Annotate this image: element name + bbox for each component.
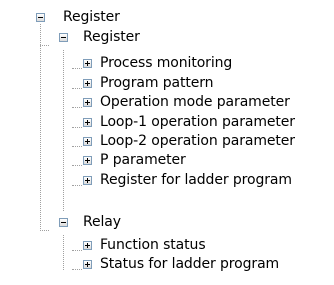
tree-view: Register Register Process monitoring Pro… [0,0,334,285]
expand-toggle-icon[interactable] [83,98,92,107]
tree-item-operation-mode-parameter[interactable]: Operation mode parameter [0,94,334,110]
tree-item-function-status[interactable]: Function status [0,237,334,253]
expand-toggle-icon[interactable] [83,59,92,68]
tree-item-label: Operation mode parameter [100,94,290,110]
collapse-toggle-icon[interactable] [59,218,68,227]
tree-item-loop-1-operation-parameter[interactable]: Loop-1 operation parameter [0,114,334,130]
tree-node-label: Relay [83,214,121,230]
expand-toggle-icon[interactable] [83,241,92,250]
tree-item-program-pattern[interactable]: Program pattern [0,75,334,91]
tree-node-label: Register [83,29,140,45]
tree-item-loop-2-operation-parameter[interactable]: Loop-2 operation parameter [0,133,334,149]
tree-node-register-group[interactable]: Register [0,29,170,45]
expand-toggle-icon[interactable] [83,260,92,269]
collapse-toggle-icon[interactable] [36,13,45,22]
tree-item-process-monitoring[interactable]: Process monitoring [0,55,334,71]
tree-item-p-parameter[interactable]: P parameter [0,152,334,168]
expand-toggle-icon[interactable] [83,176,92,185]
tree-item-label: Process monitoring [100,55,233,71]
tree-item-register-for-ladder-program[interactable]: Register for ladder program [0,172,334,188]
expand-toggle-icon[interactable] [83,118,92,127]
tree-node-register-root[interactable]: Register [0,9,140,25]
tree-connector-line [40,230,49,231]
tree-item-label: Function status [100,237,206,253]
expand-toggle-icon[interactable] [83,137,92,146]
tree-item-label: Program pattern [100,75,214,91]
tree-item-label: Loop-2 operation parameter [100,133,295,149]
tree-item-label: Loop-1 operation parameter [100,114,295,130]
tree-node-label: Register [63,9,120,25]
tree-item-status-for-ladder-program[interactable]: Status for ladder program [0,256,334,272]
tree-item-label: Register for ladder program [100,172,292,188]
tree-item-label: Status for ladder program [100,256,280,272]
expand-toggle-icon[interactable] [83,79,92,88]
tree-node-relay-group[interactable]: Relay [0,214,170,230]
tree-connector-line [40,45,49,46]
collapse-toggle-icon[interactable] [59,33,68,42]
tree-item-label: P parameter [100,152,186,168]
expand-toggle-icon[interactable] [83,156,92,165]
